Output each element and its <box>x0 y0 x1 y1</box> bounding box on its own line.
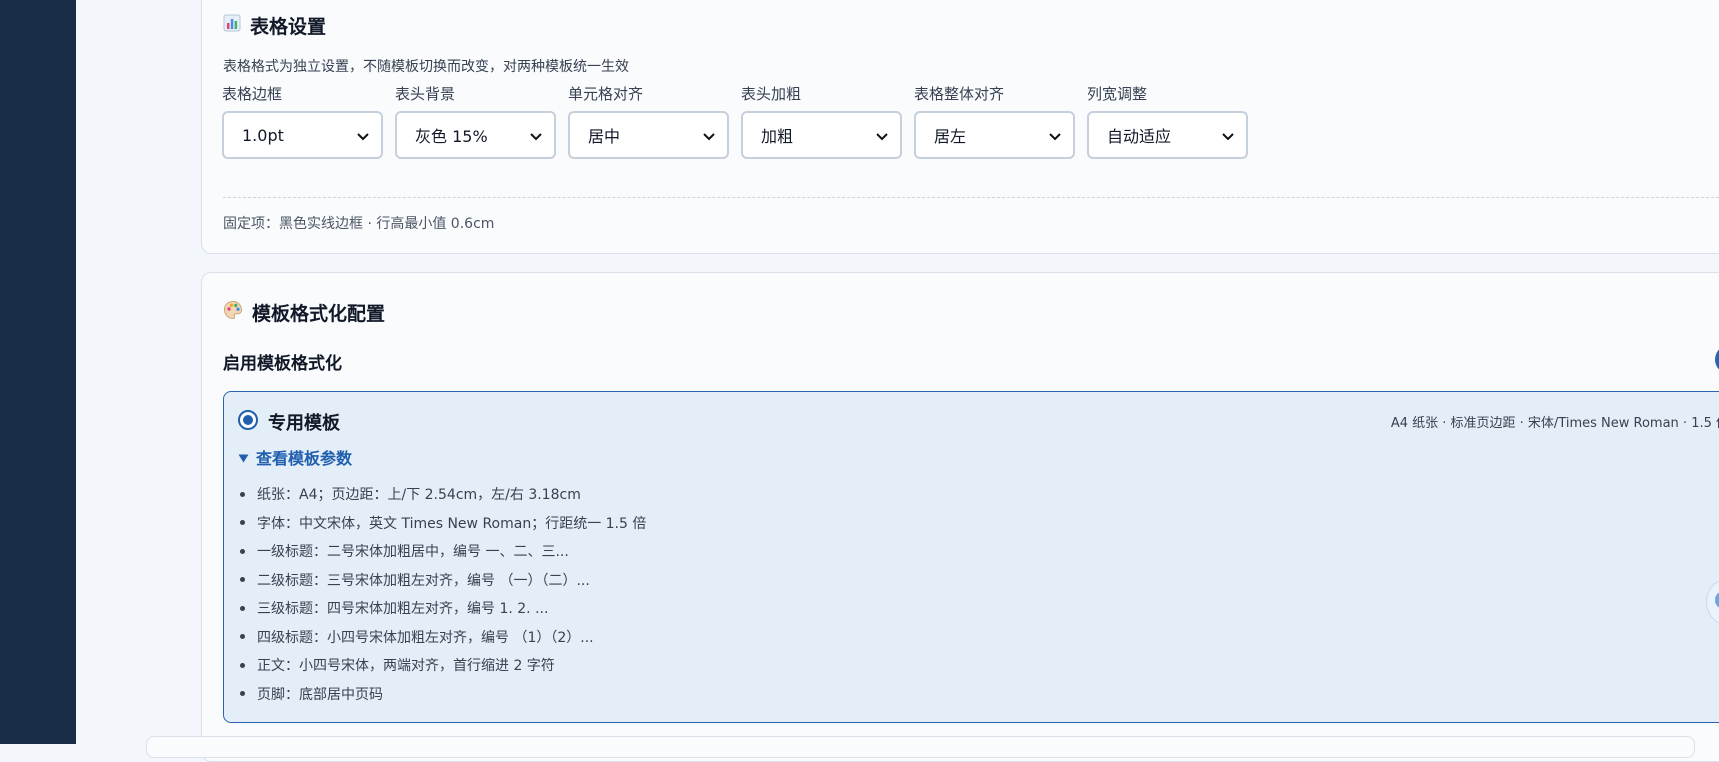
field-label: 表格整体对齐 <box>914 85 1005 103</box>
list-item: 纸张：A4；页边距：上/下 2.54cm，左/右 3.18cm <box>240 480 646 509</box>
template-radio[interactable] <box>238 410 258 430</box>
palette-icon <box>223 300 243 325</box>
field-label: 单元格对齐 <box>568 85 644 103</box>
select-value: 居左 <box>934 127 967 146</box>
table-align-select[interactable]: 居左 <box>914 111 1075 159</box>
template-config-title: 模板格式化配置 <box>223 299 385 326</box>
field-label: 表头背景 <box>395 85 456 103</box>
field-header-bold: 表头加粗 加粗 <box>741 83 902 159</box>
main-content: 表格设置 表格格式为独立设置，不随模板切换而改变，对两种模板统一生效 表格边框 … <box>76 0 1719 762</box>
list-item: 一级标题：二号宋体加粗居中，编号 一、二、三... <box>240 537 646 566</box>
list-item: 二级标题：三号宋体加粗左对齐，编号 （一）（二）... <box>240 566 646 595</box>
template-summary: A4 纸张 · 标准页边距 · 宋体/Times New Roman · 1.5… <box>1390 416 1719 431</box>
divider <box>223 197 1719 198</box>
column-width-select[interactable]: 自动适应 <box>1087 111 1248 159</box>
field-cell-align: 单元格对齐 居中 <box>568 83 729 159</box>
list-item: 三级标题：四号宋体加粗左对齐，编号 1. 2. ... <box>240 594 646 623</box>
view-template-params-label: 查看模板参数 <box>256 449 353 468</box>
template-name: 专用模板 <box>268 413 340 434</box>
bar-chart-icon <box>223 14 241 37</box>
chevron-down-icon <box>1222 126 1234 145</box>
select-value: 加粗 <box>761 127 794 146</box>
header-background-select[interactable]: 灰色 15% <box>395 111 556 159</box>
view-template-params-toggle[interactable]: 查看模板参数 <box>238 445 352 469</box>
fixed-note: 固定项：黑色实线边框 · 行高最小值 0.6cm <box>223 216 495 232</box>
enable-template-toggle[interactable] <box>1715 345 1719 374</box>
list-item: 字体：中文宋体，英文 Times New Roman；行距统一 1.5 倍 <box>240 509 646 538</box>
chevron-down-icon <box>876 126 888 145</box>
next-template-option-card[interactable] <box>146 736 1695 758</box>
field-label: 表格边框 <box>222 85 283 103</box>
template-config-card: 模板格式化配置 启用模板格式化 专用模板 A4 纸张 · 标准页边距 · 宋体/… <box>201 272 1719 762</box>
chevron-down-icon <box>357 126 369 145</box>
field-label: 列宽调整 <box>1087 85 1148 103</box>
list-item: 正文：小四号宋体，两端对齐，首行缩进 2 字符 <box>240 651 646 680</box>
sidebar <box>0 0 76 744</box>
enable-template-label: 启用模板格式化 <box>223 354 342 374</box>
table-settings-card: 表格设置 表格格式为独立设置，不随模板切换而改变，对两种模板统一生效 表格边框 … <box>201 0 1719 254</box>
radio-selected-dot <box>243 415 253 425</box>
field-table-border: 表格边框 1.0pt <box>222 83 383 159</box>
select-value: 居中 <box>588 127 621 146</box>
template-option-card[interactable]: 专用模板 A4 纸张 · 标准页边距 · 宋体/Times New Roman … <box>223 391 1719 723</box>
header-bold-select[interactable]: 加粗 <box>741 111 902 159</box>
triangle-down-icon <box>238 448 249 467</box>
field-header-background: 表头背景 灰色 15% <box>395 83 556 159</box>
list-item: 四级标题：小四号宋体加粗左对齐，编号 （1）（2）... <box>240 623 646 652</box>
table-settings-description: 表格格式为独立设置，不随模板切换而改变，对两种模板统一生效 <box>223 59 629 75</box>
field-column-width: 列宽调整 自动适应 <box>1087 83 1248 159</box>
assistant-icon <box>1715 591 1719 609</box>
chevron-down-icon <box>703 126 715 145</box>
cell-align-select[interactable]: 居中 <box>568 111 729 159</box>
template-params-list: 纸张：A4；页边距：上/下 2.54cm，左/右 3.18cm 字体：中文宋体，… <box>240 480 646 708</box>
table-border-select[interactable]: 1.0pt <box>222 111 383 159</box>
table-settings-title-text: 表格设置 <box>250 16 327 38</box>
field-table-align: 表格整体对齐 居左 <box>914 83 1075 159</box>
chevron-down-icon <box>530 126 542 145</box>
field-label: 表头加粗 <box>741 85 802 103</box>
template-config-title-text: 模板格式化配置 <box>252 303 386 325</box>
select-value: 自动适应 <box>1107 127 1172 146</box>
table-settings-title: 表格设置 <box>223 12 326 39</box>
select-value: 灰色 15% <box>415 127 488 146</box>
chevron-down-icon <box>1049 126 1061 145</box>
list-item: 页脚：底部居中页码 <box>240 680 646 709</box>
select-value: 1.0pt <box>242 125 284 145</box>
